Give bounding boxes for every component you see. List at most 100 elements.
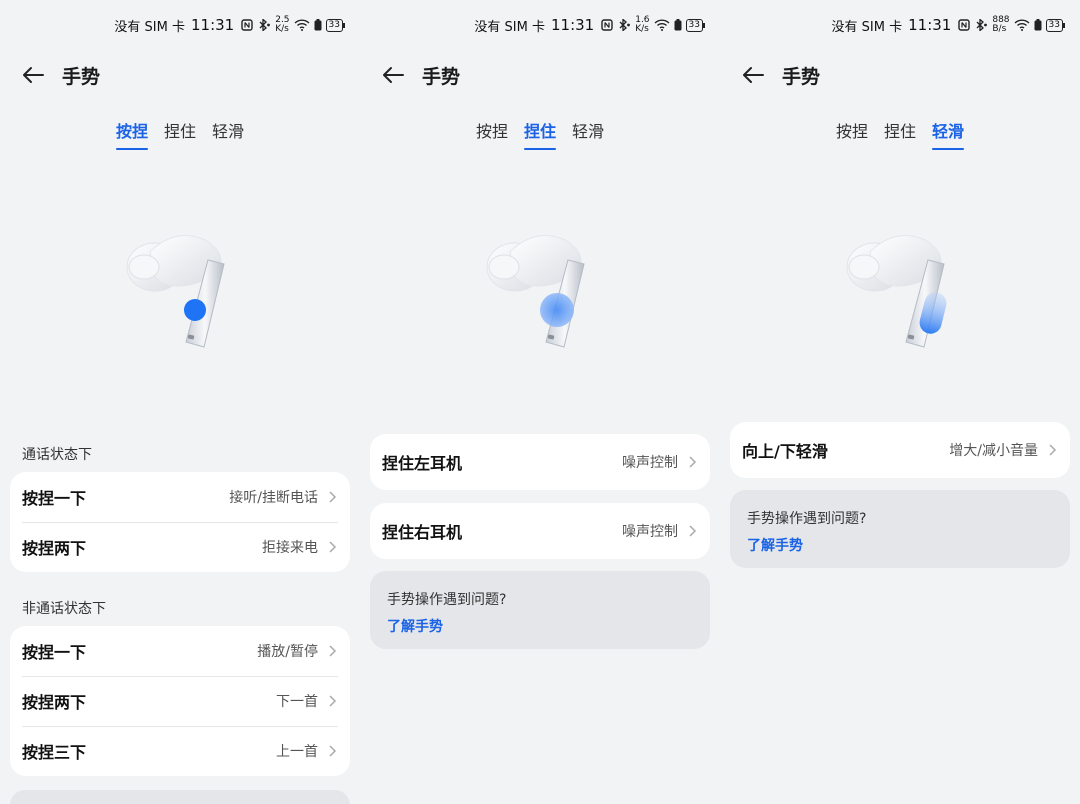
tab-hold[interactable]: 捏住 xyxy=(164,118,196,148)
app-header: 手势 xyxy=(20,58,100,92)
row-value: 噪声控制 xyxy=(622,524,678,540)
tab-swipe[interactable]: 轻滑 xyxy=(932,118,965,150)
row-label: 按捏三下 xyxy=(22,743,87,762)
chevron-right-icon xyxy=(1049,444,1057,456)
nfc-icon xyxy=(958,19,971,31)
wifi-icon xyxy=(654,19,670,31)
app-header: 手势 xyxy=(740,58,820,92)
learn-gestures-link[interactable]: 了解手势 xyxy=(387,616,443,636)
chevron-right-icon xyxy=(689,525,697,537)
carrier-text: 没有 SIM 卡 xyxy=(114,19,185,35)
row-value: 下一首 xyxy=(276,694,318,710)
battery-icon: 33 xyxy=(325,18,346,32)
screen-swipe: 没有 SIM 卡 11:31 888 B/s 33 手势 按捏 捏住 轻滑 向上/… xyxy=(720,0,1080,804)
list-item-swipe[interactable]: 向上/下轻滑 增大/减小音量 xyxy=(730,422,1070,478)
list-item-noncall-press-twice[interactable]: 按捏两下 下一首 xyxy=(10,676,350,726)
row-label: 按捏两下 xyxy=(22,539,87,558)
screen-press: 没有 SIM 卡 11:31 2.5 K/s 33 手势 按捏 捏住 轻滑 通话状… xyxy=(0,0,360,804)
page-title: 手势 xyxy=(422,65,461,88)
phone-battery-icon xyxy=(314,19,322,31)
help-question: 手势操作遇到问题? xyxy=(747,511,867,527)
row-value: 拒接来电 xyxy=(262,540,318,556)
tab-swipe[interactable]: 轻滑 xyxy=(212,118,244,148)
row-label: 按捏两下 xyxy=(22,693,87,712)
row-value: 噪声控制 xyxy=(622,455,678,471)
press-indicator xyxy=(184,299,206,321)
battery-icon: 33 xyxy=(1045,18,1066,32)
earbud-icon xyxy=(126,235,225,348)
battery-icon: 33 xyxy=(685,18,706,32)
back-button[interactable] xyxy=(740,62,766,88)
phone-battery-icon xyxy=(674,19,682,31)
nfc-icon xyxy=(241,19,253,31)
back-button[interactable] xyxy=(380,62,406,88)
screen-hold: 没有 SIM 卡 11:31 1.6 K/s 33 手势 按捏 捏住 轻滑 捏住左… xyxy=(360,0,720,804)
help-card: 手势操作遇到问题? 了解手势 xyxy=(370,571,710,649)
row-label: 捏住右耳机 xyxy=(382,523,463,542)
tab-bar: 按捏 捏住 轻滑 xyxy=(360,118,720,150)
earbud-icon xyxy=(486,235,585,348)
tab-bar: 按捏 捏住 轻滑 xyxy=(720,118,1080,150)
nfc-icon xyxy=(601,19,613,31)
section-title-call: 通话状态下 xyxy=(22,447,92,463)
tab-press[interactable]: 按捏 xyxy=(836,118,868,148)
back-button[interactable] xyxy=(20,62,46,88)
page-title: 手势 xyxy=(62,65,101,88)
network-speed: 1.6 K/s xyxy=(635,15,650,34)
carrier-text: 没有 SIM 卡 xyxy=(831,19,903,35)
learn-gestures-link[interactable]: 了解手势 xyxy=(747,535,803,555)
row-value: 增大/减小音量 xyxy=(949,443,1038,459)
hold-settings-card-left: 捏住左耳机 噪声控制 xyxy=(370,434,710,490)
back-arrow-icon xyxy=(383,67,404,83)
status-bar: 没有 SIM 卡 11:31 2.5 K/s 33 xyxy=(114,14,346,36)
status-bar: 没有 SIM 卡 11:31 1.6 K/s 33 xyxy=(474,14,706,36)
back-arrow-icon xyxy=(743,67,764,83)
chevron-right-icon xyxy=(329,491,337,503)
page-title: 手势 xyxy=(782,65,821,88)
clock: 11:31 xyxy=(550,16,595,34)
tab-press[interactable]: 按捏 xyxy=(476,118,508,148)
help-card: 手势操作遇到问题? 了解手势 xyxy=(730,490,1070,568)
call-settings-card: 按捏一下 接听/挂断电话 按捏两下 拒接来电 xyxy=(10,472,350,572)
tab-bar: 按捏 捏住 轻滑 xyxy=(0,118,360,150)
tab-hold[interactable]: 捏住 xyxy=(884,118,916,148)
bluetooth-icon xyxy=(619,19,631,31)
row-label: 捏住左耳机 xyxy=(382,454,463,473)
clock: 11:31 xyxy=(190,16,235,34)
list-item-call-press-twice[interactable]: 按捏两下 拒接来电 xyxy=(10,522,350,572)
tab-press[interactable]: 按捏 xyxy=(115,118,148,150)
help-card-peek xyxy=(10,790,350,804)
row-value: 播放/暂停 xyxy=(257,644,318,660)
list-item-noncall-press-once[interactable]: 按捏一下 播放/暂停 xyxy=(10,626,350,676)
chevron-right-icon xyxy=(329,541,337,553)
row-value: 上一首 xyxy=(276,744,318,760)
earbud-icon xyxy=(846,235,947,348)
app-header: 手势 xyxy=(380,58,460,92)
row-label: 按捏一下 xyxy=(22,643,87,662)
list-item-call-press-once[interactable]: 按捏一下 接听/挂断电话 xyxy=(10,472,350,522)
chevron-right-icon xyxy=(329,745,337,757)
status-bar: 没有 SIM 卡 11:31 888 B/s 33 xyxy=(832,14,1066,36)
section-title-noncall: 非通话状态下 xyxy=(22,601,106,617)
clock: 11:31 xyxy=(908,16,952,34)
back-arrow-icon xyxy=(23,67,44,83)
help-question: 手势操作遇到问题? xyxy=(387,592,507,608)
hold-settings-card-right: 捏住右耳机 噪声控制 xyxy=(370,503,710,559)
chevron-right-icon xyxy=(689,456,697,468)
list-item-noncall-press-thrice[interactable]: 按捏三下 上一首 xyxy=(10,726,350,776)
chevron-right-icon xyxy=(329,695,337,707)
network-speed: 2.5 K/s xyxy=(275,15,290,34)
wifi-icon xyxy=(294,19,310,31)
noncall-settings-card: 按捏一下 播放/暂停 按捏两下 下一首 按捏三下 上一首 xyxy=(10,626,350,776)
tab-swipe[interactable]: 轻滑 xyxy=(572,118,604,148)
list-item-hold-right[interactable]: 捏住右耳机 噪声控制 xyxy=(370,503,710,559)
phone-battery-icon xyxy=(1034,19,1042,31)
chevron-right-icon xyxy=(329,645,337,657)
tab-hold[interactable]: 捏住 xyxy=(523,118,557,150)
swipe-settings-card: 向上/下轻滑 增大/减小音量 xyxy=(730,422,1070,478)
row-label: 按捏一下 xyxy=(22,489,87,508)
list-item-hold-left[interactable]: 捏住左耳机 噪声控制 xyxy=(370,434,710,490)
network-speed: 888 B/s xyxy=(992,15,1010,34)
row-label: 向上/下轻滑 xyxy=(742,442,828,461)
hold-indicator xyxy=(540,293,574,327)
